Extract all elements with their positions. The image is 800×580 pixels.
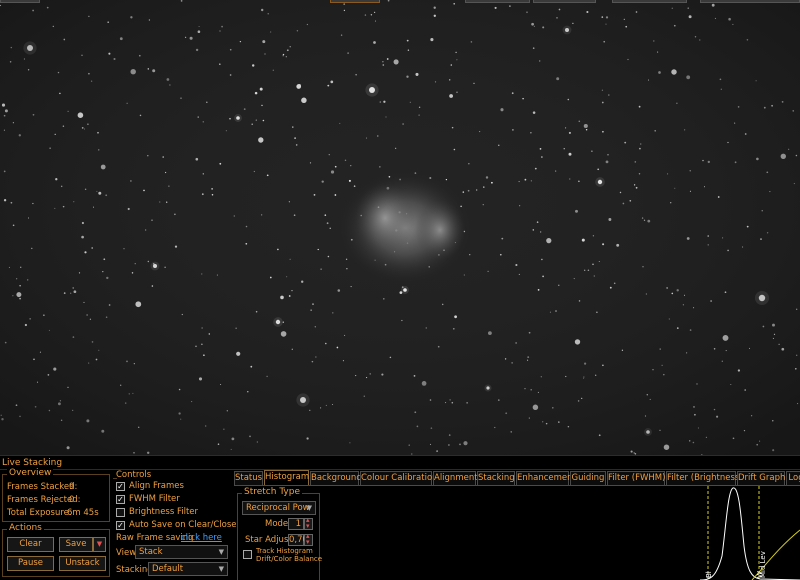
stacked-image-view[interactable] [0, 0, 800, 455]
unstack-button[interactable]: Unstack [59, 556, 106, 571]
black-marker-label: Bl [705, 571, 713, 578]
top-toolbar-strip [330, 0, 380, 3]
frames-stacked-value: 9 [69, 482, 75, 492]
stretch-type-select[interactable]: Reciprocal Pow ▼ [242, 501, 316, 515]
overview-group: Overview Frames Stacked: 9 Frames Reject… [2, 468, 110, 522]
mode-input[interactable]: 1 [288, 518, 304, 530]
total-exposure-label: Total Exposure: [7, 508, 72, 518]
stacking-select-value: Default [152, 564, 184, 574]
actions-legend: Actions [7, 523, 44, 533]
star-adjust-spinner[interactable] [304, 532, 313, 546]
save-dropdown-button[interactable]: ▼ [93, 537, 106, 552]
tab-alignment[interactable]: Alignment [433, 471, 478, 485]
top-toolbar-strip [533, 0, 596, 3]
brightness-filter-label: Brightness Filter [129, 507, 199, 517]
chevron-down-icon: ▼ [218, 548, 224, 556]
fwhm-filter-checkbox[interactable]: ✓ [116, 495, 125, 504]
chevron-down-icon: ▼ [96, 540, 103, 548]
star-adjust-label: Star Adjust [245, 535, 292, 545]
tab-log[interactable]: Log [786, 471, 800, 485]
track-histogram-checkbox[interactable] [243, 550, 252, 559]
view-select[interactable]: Stack ▼ [135, 545, 228, 559]
histogram-graph[interactable]: Bl Mid Lev W [699, 486, 800, 580]
pause-button[interactable]: Pause [7, 556, 54, 571]
tab-histogram[interactable]: Histogram [264, 470, 309, 485]
actions-group: Actions Clear Save ▼ Pause Unstack [2, 523, 110, 577]
frames-rejected-value: 0 [69, 495, 75, 505]
tab-enhancement[interactable]: Enhancement [516, 471, 576, 485]
tab-guiding[interactable]: Guiding [570, 471, 606, 485]
overview-legend: Overview [7, 468, 54, 478]
tab-filter-fwhm[interactable]: Filter (FWHM) [607, 471, 665, 485]
tab-drift-graph[interactable]: Drift Graph [737, 471, 785, 485]
view-select-value: Stack [139, 547, 163, 557]
auto-save-label: Auto Save on Clear/Close [129, 520, 237, 530]
top-toolbar-strip [612, 0, 687, 3]
panel-title: Live Stacking [2, 458, 63, 468]
star-adjust-input[interactable]: 0,70 [288, 534, 308, 546]
controls-legend: Controls [116, 470, 152, 480]
drift-color-balance-label: Drift/Color Balance [256, 555, 323, 563]
track-histogram-label: Track Histogram [256, 547, 313, 555]
white-marker-label: W [756, 571, 764, 578]
top-toolbar-strip [700, 0, 800, 3]
top-toolbar-strip [0, 0, 40, 3]
chevron-down-icon: ▼ [306, 504, 312, 512]
brightness-filter-checkbox[interactable] [116, 508, 125, 517]
tab-status[interactable]: Status [234, 471, 263, 485]
tab-stacking[interactable]: Stacking [477, 471, 515, 485]
clear-button[interactable]: Clear [7, 537, 54, 552]
stretch-type-group: Stretch Type Reciprocal Pow▼ Mode 1 Star… [237, 487, 323, 580]
auto-save-checkbox[interactable]: ✓ [116, 521, 125, 530]
top-toolbar-strip [465, 0, 530, 3]
star-field [0, 0, 800, 455]
mode-spinner[interactable] [304, 516, 313, 530]
stretch-type-value: Reciprocal Pow [246, 503, 310, 513]
raw-saving-link[interactable]: click here [181, 533, 222, 543]
total-exposure-value: 6m 45s [67, 508, 99, 518]
tab-colour-calibration[interactable]: Colour Calibration [360, 471, 438, 485]
controls-group: Controls ✓ Align Frames ✓ FWHM Filter Br… [113, 470, 237, 580]
chevron-down-icon: ▼ [218, 565, 224, 573]
frames-stacked-label: Frames Stacked: [7, 482, 78, 492]
mode-label: Mode [265, 519, 289, 529]
stacking-select[interactable]: Default ▼ [148, 562, 228, 576]
align-frames-label: Align Frames [129, 481, 184, 491]
save-button[interactable]: Save [59, 537, 93, 552]
tab-background[interactable]: Background [310, 471, 362, 485]
stretch-type-legend: Stretch Type [242, 487, 302, 497]
tab-filter-brightness[interactable]: Filter (Brightness) [666, 471, 743, 485]
fwhm-filter-label: FWHM Filter [129, 494, 180, 504]
align-frames-checkbox[interactable]: ✓ [116, 482, 125, 491]
view-label: View [116, 548, 137, 558]
